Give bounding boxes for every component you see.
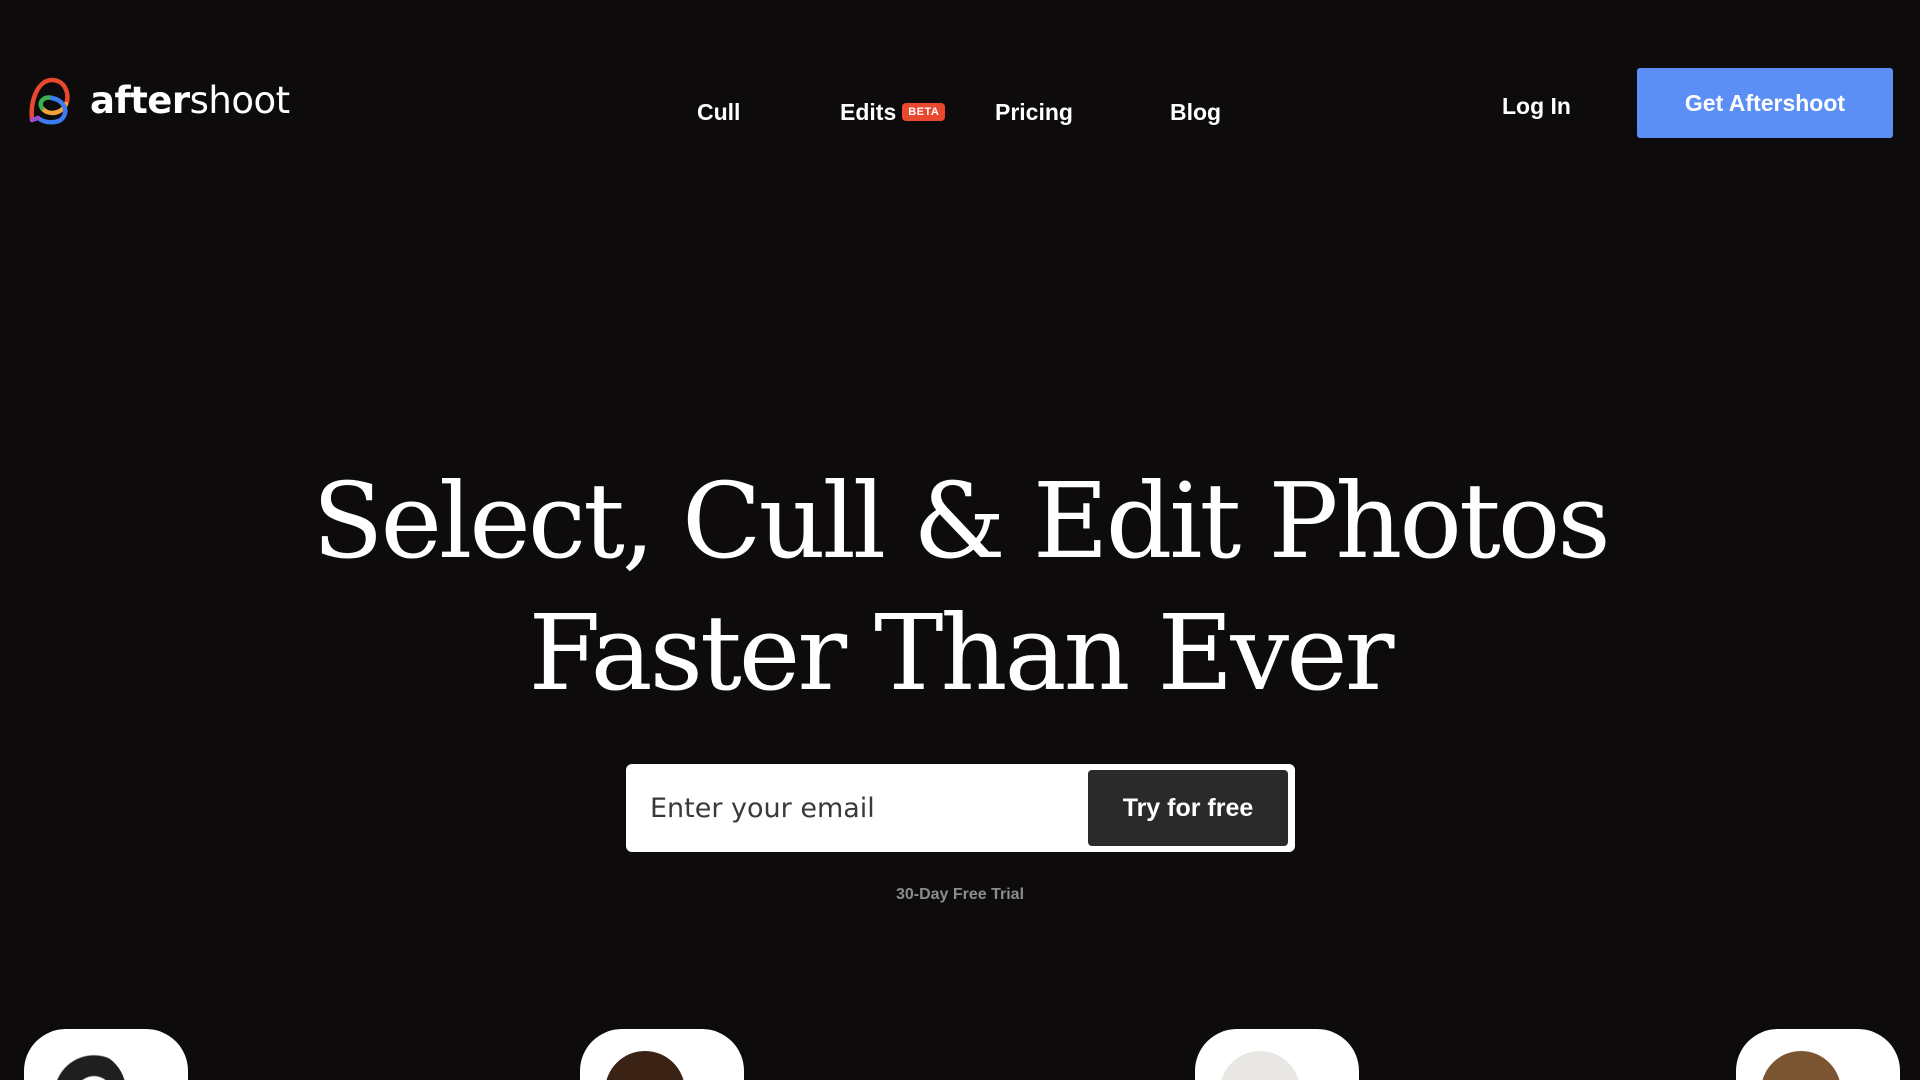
brand-wordmark: aftershoot — [90, 82, 290, 119]
hero-title-line-1: Select, Cull & Edit Photos — [312, 460, 1610, 582]
trial-note: 30-Day Free Trial — [895, 886, 1025, 903]
try-for-free-button[interactable]: Try for free — [1088, 770, 1288, 846]
avatar — [46, 1051, 126, 1080]
testimonial-card — [24, 1029, 188, 1080]
avatar — [1220, 1051, 1300, 1080]
beta-badge: BETA — [902, 103, 946, 121]
testimonial-card — [1195, 1029, 1359, 1080]
landing-page: aftershoot Cull Edits BETA Pricing Blog … — [0, 0, 1920, 1080]
avatar — [605, 1051, 685, 1080]
aftershoot-logo-icon — [29, 77, 70, 125]
brand-name-bold: after — [90, 78, 190, 122]
signup-form: Try for free — [626, 764, 1295, 852]
login-link[interactable]: Log In — [1502, 92, 1571, 120]
email-input[interactable] — [626, 764, 1076, 852]
get-aftershoot-button[interactable]: Get Aftershoot — [1637, 68, 1893, 138]
nav-pricing[interactable]: Pricing — [995, 98, 1073, 126]
brand-logo[interactable]: aftershoot — [26, 74, 290, 126]
testimonial-card — [1736, 1029, 1900, 1080]
hero-title-line-2: Faster Than Ever — [528, 592, 1395, 714]
nav-cull[interactable]: Cull — [697, 98, 740, 126]
testimonial-card — [580, 1029, 744, 1080]
nav-edits[interactable]: Edits BETA — [840, 98, 946, 126]
avatar — [1761, 1051, 1841, 1080]
nav-edits-label: Edits — [840, 99, 897, 125]
brand-name-light: shoot — [189, 78, 291, 122]
nav-blog[interactable]: Blog — [1170, 98, 1221, 126]
hero-title: Select, Cull & Edit Photos Faster Than E… — [0, 455, 1920, 719]
